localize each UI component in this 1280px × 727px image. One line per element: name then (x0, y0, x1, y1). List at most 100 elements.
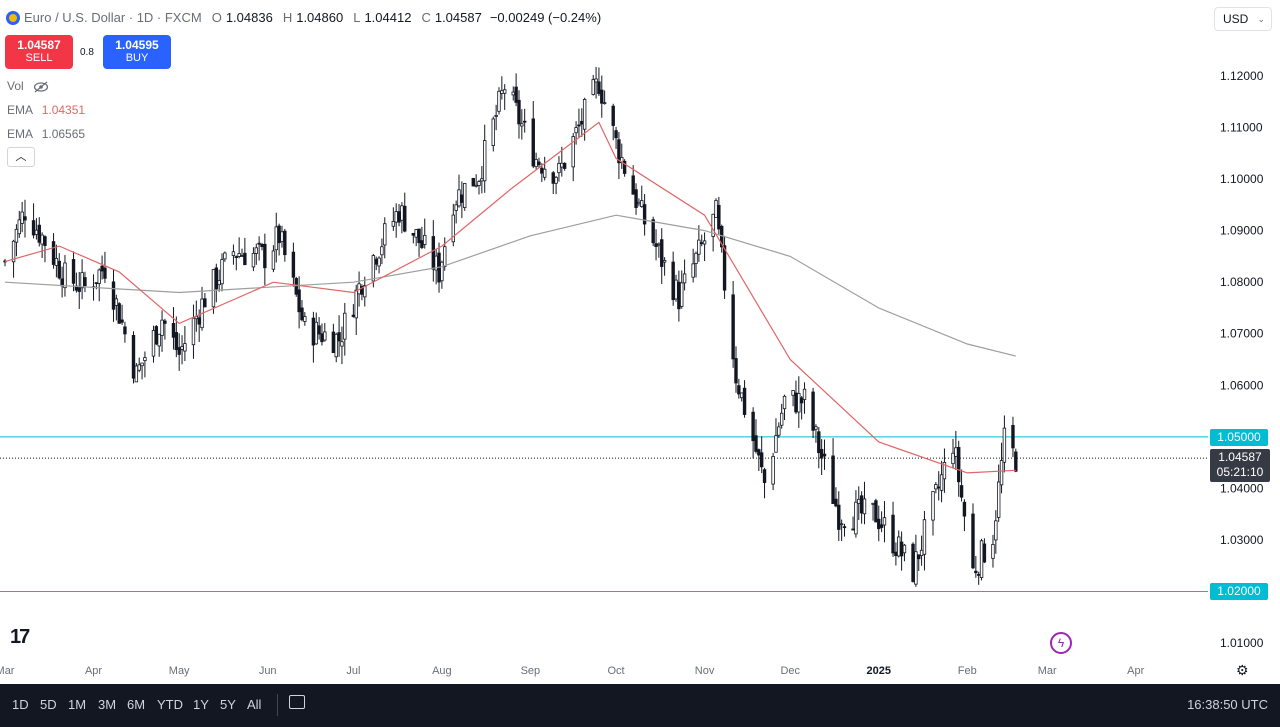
candle-body (314, 321, 318, 345)
utc-clock[interactable]: 16:38:50 UTC (1187, 697, 1268, 712)
candle-body (731, 294, 735, 360)
candle-body (917, 554, 921, 560)
flash-icon[interactable]: ϟ (1050, 632, 1072, 654)
sell-button[interactable]: 1.04587 SELL (5, 35, 73, 69)
candle-body (237, 253, 241, 257)
candle-body (674, 279, 678, 300)
candle-body (443, 246, 447, 267)
close-value: 1.04587 (434, 10, 482, 25)
candle-body (734, 358, 738, 384)
candle-body (274, 226, 278, 251)
y-tick-label: 1.04000 (1220, 481, 1264, 495)
range-5y-button[interactable]: 5Y (220, 697, 236, 712)
candle-body (531, 118, 535, 167)
candle-body (137, 364, 141, 371)
upper-level-tag: 1.05000 (1210, 428, 1268, 446)
candle-body (817, 431, 821, 454)
candle-body (982, 543, 987, 563)
candle-body (117, 303, 121, 324)
price-chart[interactable]: 1.12000 1.11000 1.10000 1.09000 1.08000 1.070… (0, 0, 1280, 727)
candle-body (554, 176, 558, 184)
range-1d-button[interactable]: 1D (12, 697, 29, 712)
candle-body (397, 211, 401, 223)
candle-body (754, 435, 758, 452)
candle-body (123, 326, 127, 335)
gear-icon[interactable]: ⚙ (1236, 662, 1249, 679)
candle-body (871, 502, 875, 505)
y-tick-label: 1.10000 (1220, 172, 1264, 186)
candle-body (637, 201, 641, 205)
candle-body (894, 551, 898, 556)
candle-body (517, 99, 521, 125)
candle-body (540, 167, 544, 174)
x-tick-label: Nov (695, 665, 715, 677)
candle-body (879, 524, 884, 528)
change-value: −0.00249 (−0.24%) (489, 10, 602, 25)
candle-body (97, 269, 101, 284)
candle-body (551, 172, 555, 184)
candle-body (902, 544, 907, 554)
range-1m-button[interactable]: 1M (68, 697, 86, 712)
candle-body (594, 78, 598, 83)
symbol-title[interactable]: Euro / U.S. Dollar · 1D · FXCM (24, 10, 202, 25)
buy-button[interactable]: 1.04595 BUY (103, 35, 171, 69)
candle-body (660, 239, 664, 267)
low-label: L (353, 10, 361, 25)
candle-body (497, 90, 501, 112)
candle-body (411, 232, 416, 236)
candle-body (260, 244, 264, 247)
x-tick-label: Apr (85, 665, 102, 677)
bar-countdown: 05:21:10 (1216, 465, 1264, 479)
candle-body (283, 230, 287, 256)
candle-body (971, 513, 975, 569)
sell-label: SELL (25, 52, 53, 64)
candle-body (742, 387, 747, 415)
candle-body (220, 259, 224, 285)
candle-body (223, 252, 227, 260)
volume-indicator[interactable]: Vol (7, 79, 49, 93)
candle-body (534, 159, 538, 168)
candle-body (414, 229, 418, 238)
candle-body (243, 252, 247, 266)
candle-body (771, 456, 775, 485)
ema-slow-indicator[interactable]: EMA 1.06565 (7, 127, 85, 141)
calendar-icon[interactable] (289, 695, 305, 709)
candle-body (351, 314, 356, 317)
candle-body (642, 204, 647, 225)
collapse-legend-button[interactable]: ︿ (7, 147, 35, 167)
candle-body (777, 426, 781, 436)
candle-body (477, 181, 481, 186)
x-tick-label: Dec (780, 665, 800, 677)
tradingview-logo[interactable]: 17 (10, 626, 30, 649)
symbol-header[interactable]: Euro / U.S. Dollar · 1D · FXCM O 1.04836 … (6, 10, 601, 25)
candle-body (962, 501, 967, 517)
candle-body (976, 573, 981, 576)
candle-body (799, 397, 804, 404)
range-all-button[interactable]: All (247, 697, 261, 712)
currency-value: USD (1223, 12, 1249, 26)
candle-body (494, 114, 498, 117)
candle-body (211, 269, 216, 308)
volume-label: Vol (7, 79, 24, 93)
candle-body (400, 205, 404, 221)
eye-hidden-icon[interactable] (33, 81, 49, 93)
candle-body (542, 168, 547, 178)
currency-select[interactable]: USD ⌄ (1214, 7, 1272, 31)
range-5d-button[interactable]: 5D (40, 697, 57, 712)
range-1y-button[interactable]: 1Y (193, 697, 209, 712)
range-ytd-button[interactable]: YTD (157, 697, 183, 712)
eurusd-flag-icon (6, 10, 20, 25)
candle-body (263, 243, 267, 269)
candle-body (180, 346, 184, 350)
candle-body (160, 319, 164, 336)
ema-fast-indicator[interactable]: EMA 1.04351 (7, 103, 85, 117)
candle-body (934, 484, 938, 490)
range-3m-button[interactable]: 3M (98, 697, 116, 712)
candle-body (280, 231, 284, 242)
candle-body (759, 452, 764, 468)
candle-body (851, 528, 855, 531)
candle-body (634, 189, 638, 208)
candle-body (291, 251, 296, 278)
range-6m-button[interactable]: 6M (127, 697, 145, 712)
candle-body (480, 178, 484, 182)
